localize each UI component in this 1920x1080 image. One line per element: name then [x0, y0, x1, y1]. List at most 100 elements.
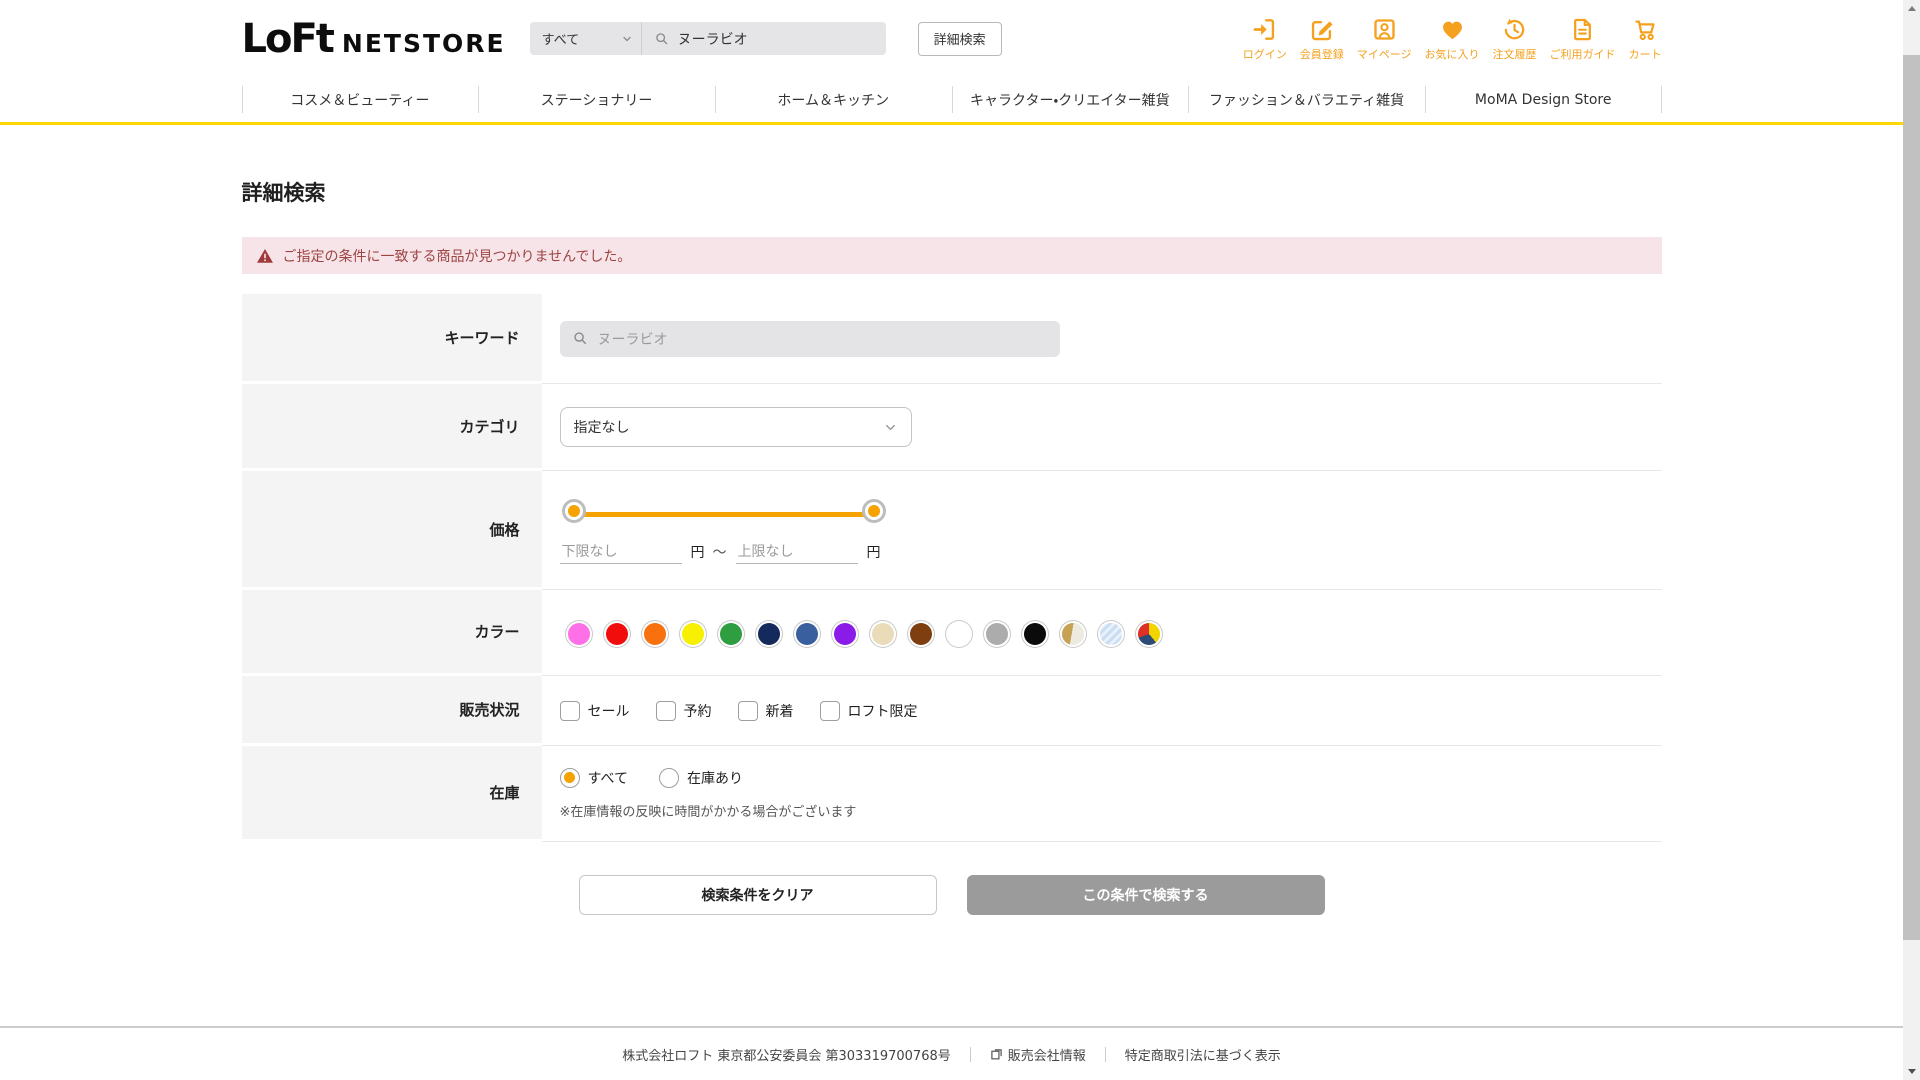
- scrollbar-down-arrow[interactable]: [1903, 1063, 1920, 1080]
- color-swatch-multicolor[interactable]: [1137, 622, 1160, 645]
- price-unit-label: 円: [690, 545, 705, 561]
- price-label: 価格: [241, 471, 542, 590]
- search-scope-select[interactable]: すべて: [530, 22, 642, 55]
- form-row-stock: 在庫 すべて 在庫あり ※在庫情報の反映に時間がかかる場合がございます: [241, 746, 1662, 842]
- form-row-price: 価格 円 ～ 円: [241, 471, 1662, 590]
- order-history-link[interactable]: 注文履歴: [1493, 16, 1537, 62]
- warning-icon: [256, 247, 274, 265]
- quick-link-label: ご利用ガイド: [1549, 47, 1616, 61]
- checkbox-box: [559, 700, 580, 721]
- heart-icon: [1439, 16, 1466, 43]
- price-slider-handle-min[interactable]: [564, 501, 583, 520]
- guide-link[interactable]: ご利用ガイド: [1550, 16, 1616, 62]
- color-swatch-purple[interactable]: [833, 622, 856, 645]
- header-search-value: ヌーラビオ: [677, 31, 748, 48]
- footer-link-company-info[interactable]: 販売会社情報: [990, 1045, 1086, 1064]
- keyword-value: ヌーラビオ: [597, 331, 668, 348]
- checkbox-sale[interactable]: セール: [559, 700, 630, 721]
- color-swatch-green[interactable]: [719, 622, 742, 645]
- quick-link-label: 会員登録: [1299, 47, 1344, 61]
- color-swatch-black[interactable]: [1023, 622, 1046, 645]
- category-selected-value: 指定なし: [573, 420, 630, 436]
- error-message: ご指定の条件に一致する商品が見つかりませんでした。: [282, 248, 632, 265]
- page-title: 詳細検索: [241, 181, 326, 205]
- color-label: カラー: [241, 590, 542, 676]
- nav-item-home-kitchen[interactable]: ホーム＆キッチン: [714, 77, 952, 122]
- quick-link-label: 注文履歴: [1492, 47, 1537, 61]
- color-swatch-pink[interactable]: [567, 622, 590, 645]
- logo-netstore-text: NETSTORE: [341, 28, 506, 58]
- header-quick-links: ログイン 会員登録 マイページ お気に入り 注文履歴 ご利用ガイド カート: [1243, 16, 1662, 62]
- category-nav: コスメ＆ビューティー ステーショナリー ホーム＆キッチン キャラクター・クリエイ…: [0, 77, 1903, 125]
- nav-item-cosme[interactable]: コスメ＆ビューティー: [241, 77, 479, 122]
- mypage-link[interactable]: マイページ: [1357, 16, 1412, 62]
- color-swatch-red[interactable]: [605, 622, 628, 645]
- nav-item-stationery[interactable]: ステーショナリー: [478, 77, 715, 122]
- footer-divider: [1104, 1047, 1106, 1062]
- color-swatch-brown[interactable]: [909, 622, 932, 645]
- form-actions: 検索条件をクリア この条件で検索する: [242, 875, 1662, 915]
- color-swatch-orange[interactable]: [643, 622, 666, 645]
- stock-label: 在庫: [241, 746, 542, 842]
- nav-item-fashion[interactable]: ファッション＆バラエティ雑貨: [1188, 77, 1425, 122]
- favorites-link[interactable]: お気に入り: [1425, 16, 1480, 62]
- clear-conditions-button[interactable]: 検索条件をクリア: [578, 875, 937, 915]
- error-alert: ご指定の条件に一致する商品が見つかりませんでした。: [241, 237, 1662, 274]
- form-row-sales-status: 販売状況 セール 予約 新着 ロフト限定: [241, 676, 1662, 746]
- color-swatch-gold[interactable]: [1061, 622, 1084, 645]
- radio-stock-available[interactable]: 在庫あり: [658, 767, 743, 788]
- price-slider-handle-max[interactable]: [864, 501, 883, 520]
- price-min-input[interactable]: [559, 540, 682, 564]
- nav-item-moma[interactable]: MoMA Design Store: [1424, 77, 1662, 122]
- loft-logo[interactable]: LoFt NETSTORE: [242, 16, 506, 62]
- main-content: 詳細検索 ご指定の条件に一致する商品が見つかりませんでした。 キーワード ヌーラ…: [241, 125, 1662, 915]
- chevron-down-icon: [621, 33, 633, 45]
- color-swatch-navy[interactable]: [757, 622, 780, 645]
- footer-link-tokutei[interactable]: 特定商取引法に基づく表示: [1125, 1045, 1281, 1064]
- form-row-keyword: キーワード ヌーラビオ: [241, 294, 1662, 384]
- color-swatch-clear[interactable]: [1099, 622, 1122, 645]
- quick-link-label: マイページ: [1356, 47, 1412, 61]
- checkbox-new-arrival[interactable]: 新着: [737, 700, 794, 721]
- quick-link-label: お気に入り: [1424, 47, 1480, 61]
- history-icon: [1501, 16, 1528, 43]
- color-swatch-list: [560, 621, 1662, 645]
- detail-search-button[interactable]: 詳細検索: [917, 21, 1002, 56]
- checkbox-reservation[interactable]: 予約: [655, 700, 712, 721]
- site-header: LoFt NETSTORE すべて ヌーラビオ 詳細検索 ログイン 会員登録 マ…: [0, 0, 1903, 77]
- search-icon: [572, 330, 589, 347]
- header-search-input[interactable]: ヌーラビオ: [642, 29, 886, 49]
- radio-circle: [658, 767, 679, 788]
- external-link-icon: [990, 1048, 1003, 1061]
- checkbox-box: [737, 700, 758, 721]
- quick-link-label: カート: [1628, 47, 1662, 61]
- color-swatch-yellow[interactable]: [681, 622, 704, 645]
- login-link[interactable]: ログイン: [1243, 16, 1287, 62]
- chevron-down-icon: [883, 420, 898, 435]
- form-row-category: カテゴリ 指定なし: [241, 384, 1662, 471]
- category-select[interactable]: 指定なし: [559, 407, 912, 447]
- search-submit-button[interactable]: この条件で検索する: [966, 875, 1325, 915]
- checkbox-loft-limited[interactable]: ロフト限定: [819, 700, 918, 721]
- price-max-input[interactable]: [735, 540, 858, 564]
- color-swatch-blue[interactable]: [795, 622, 818, 645]
- color-swatch-white[interactable]: [947, 622, 970, 645]
- price-unit-label: 円: [866, 545, 881, 561]
- color-swatch-beige[interactable]: [871, 622, 894, 645]
- price-range-slider: [564, 501, 883, 527]
- register-link[interactable]: 会員登録: [1300, 16, 1344, 62]
- price-slider-track[interactable]: [573, 511, 874, 517]
- scrollbar-up-arrow[interactable]: [1903, 0, 1920, 17]
- logo-loft-text: LoFt: [241, 15, 335, 62]
- stock-note: ※在庫情報の反映に時間がかかる場合がございます: [559, 804, 857, 820]
- keyword-input[interactable]: ヌーラビオ: [559, 320, 1060, 357]
- page: LoFt NETSTORE すべて ヌーラビオ 詳細検索 ログイン 会員登録 マ…: [0, 0, 1903, 1080]
- form-row-color: カラー: [241, 590, 1662, 676]
- radio-stock-all[interactable]: すべて: [559, 767, 628, 788]
- nav-item-character[interactable]: キャラクター・クリエイター雑貨: [951, 77, 1189, 122]
- cart-icon: [1632, 16, 1659, 43]
- cart-link[interactable]: カート: [1629, 16, 1662, 62]
- color-swatch-gray[interactable]: [985, 622, 1008, 645]
- footer-company-text: 株式会社ロフト 東京都公安委員会 第303319700768号: [622, 1049, 951, 1064]
- scrollbar-thumb[interactable]: [1903, 55, 1920, 940]
